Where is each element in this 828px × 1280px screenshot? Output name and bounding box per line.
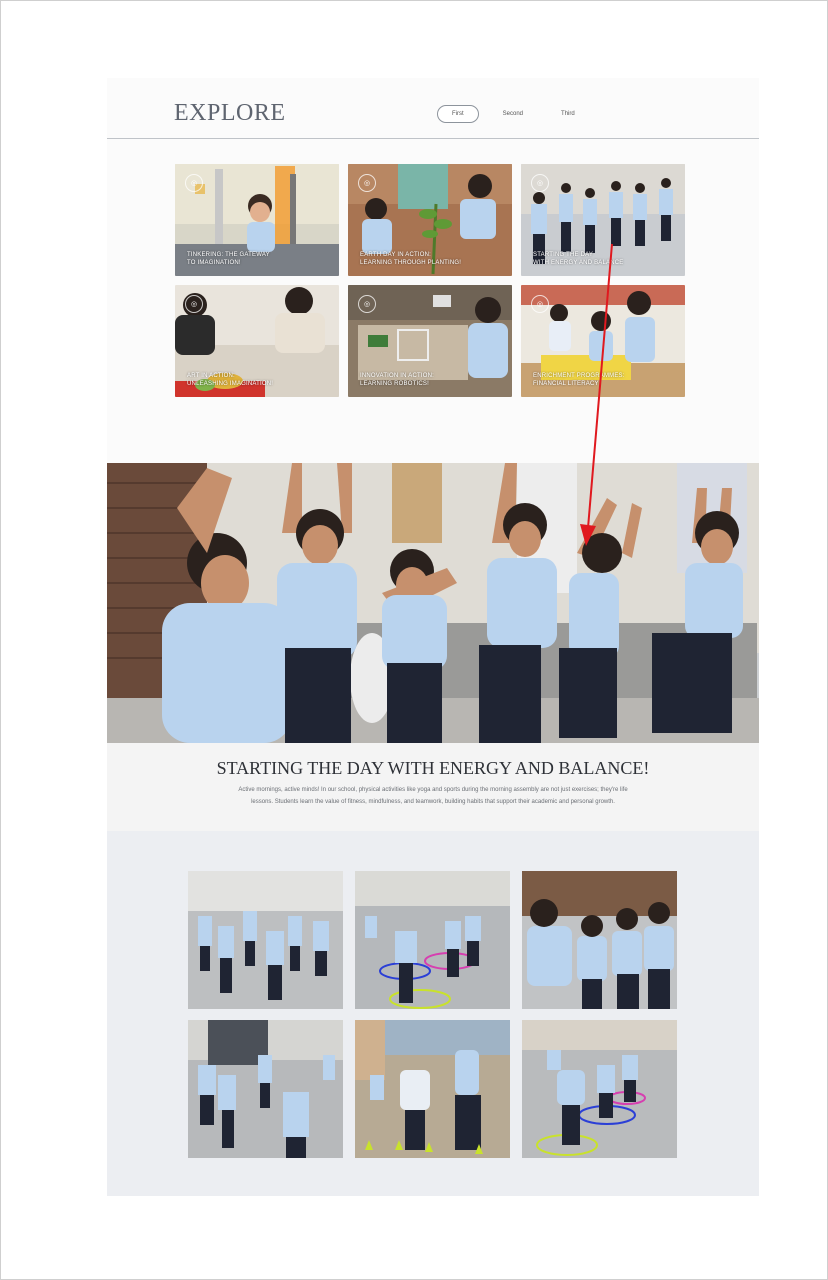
card-caption-line2: LEARNING THROUGH PLANTING!	[360, 260, 462, 266]
gallery-photo[interactable]	[188, 1020, 343, 1158]
hero-photo	[107, 463, 759, 743]
card-caption: ENRICHMENT PROGRAMMES: FINANCIAL LITERAC…	[533, 372, 677, 388]
gallery-image	[188, 1020, 343, 1158]
gallery-photo[interactable]	[355, 871, 510, 1009]
gallery-photo[interactable]	[522, 871, 677, 1009]
explore-grid: ◎ TINKERING: THE GATEWAY TO IMAGINATION!	[175, 164, 685, 397]
card-caption-line2: UNLEASHING IMAGINATION!	[187, 381, 274, 387]
tab-first[interactable]: First	[437, 105, 479, 123]
card-energy-balance[interactable]: ◎ STARTING THE DAY WITH ENERGY AND BALAN…	[521, 164, 685, 276]
card-caption-line2: WITH ENERGY AND BALANCE	[533, 260, 624, 266]
card-robotics[interactable]: ◎ INNOVATION IN ACTION: LEARNING ROBOTIC…	[348, 285, 512, 397]
card-caption-line1: INNOVATION IN ACTION:	[360, 373, 434, 379]
card-caption: ART IN ACTION: UNLEASHING IMAGINATION!	[187, 372, 331, 388]
tab-second[interactable]: Second	[489, 106, 537, 122]
page-title: EXPLORE	[174, 100, 286, 126]
gallery-photo[interactable]	[188, 871, 343, 1009]
header: EXPLORE First Second Third	[107, 78, 759, 139]
card-caption-line2: FINANCIAL LITERACY	[533, 381, 599, 387]
card-caption-line1: EARTH DAY IN ACTION:	[360, 252, 432, 258]
card-caption: STARTING THE DAY WITH ENERGY AND BALANCE	[533, 251, 677, 267]
card-caption-line2: LEARNING ROBOTICS!	[360, 381, 429, 387]
gallery-grid	[188, 871, 677, 1158]
gallery-photo[interactable]	[522, 1020, 677, 1158]
story-title: STARTING THE DAY WITH ENERGY AND BALANCE…	[216, 758, 650, 778]
gallery-image	[355, 871, 510, 1009]
gallery-photo[interactable]	[355, 1020, 510, 1158]
gallery-image	[355, 1020, 510, 1158]
card-caption-line1: ENRICHMENT PROGRAMMES:	[533, 373, 625, 379]
hero-image	[107, 463, 759, 743]
play-circle-icon: ◎	[531, 174, 549, 192]
play-circle-icon: ◎	[185, 295, 203, 313]
card-caption-line2: TO IMAGINATION!	[187, 260, 241, 266]
story-body: Active mornings, active minds! In our sc…	[238, 787, 628, 805]
play-circle-icon: ◎	[358, 174, 376, 192]
photo-gallery	[107, 831, 759, 1196]
play-circle-icon: ◎	[358, 295, 376, 313]
card-caption: INNOVATION IN ACTION: LEARNING ROBOTICS!	[360, 372, 504, 388]
card-caption: EARTH DAY IN ACTION: LEARNING THROUGH PL…	[360, 251, 504, 267]
gallery-image	[522, 1020, 677, 1158]
play-circle-icon: ◎	[185, 174, 203, 192]
card-art[interactable]: ◎ ART IN ACTION: UNLEASHING IMAGINATION!	[175, 285, 339, 397]
tab-bar: First Second Third	[437, 105, 589, 123]
tab-third[interactable]: Third	[547, 106, 589, 122]
page: EXPLORE First Second Third ◎ TINKERING: …	[107, 78, 759, 1196]
card-earth-day[interactable]: ◎ EARTH DAY IN ACTION: LEARNING THROUGH …	[348, 164, 512, 276]
card-caption-line1: STARTING THE DAY	[533, 252, 594, 258]
gallery-image	[522, 871, 677, 1009]
card-caption-line1: ART IN ACTION:	[187, 373, 235, 379]
card-financial-literacy[interactable]: ◎ ENRICHMENT PROGRAMMES: FINANCIAL LITER…	[521, 285, 685, 397]
gallery-image	[188, 871, 343, 1009]
play-circle-icon: ◎	[531, 295, 549, 313]
card-caption: TINKERING: THE GATEWAY TO IMAGINATION!	[187, 251, 331, 267]
card-caption-line1: TINKERING: THE GATEWAY	[187, 252, 270, 258]
story-section: STARTING THE DAY WITH ENERGY AND BALANCE…	[107, 743, 759, 831]
card-tinkering[interactable]: ◎ TINKERING: THE GATEWAY TO IMAGINATION!	[175, 164, 339, 276]
